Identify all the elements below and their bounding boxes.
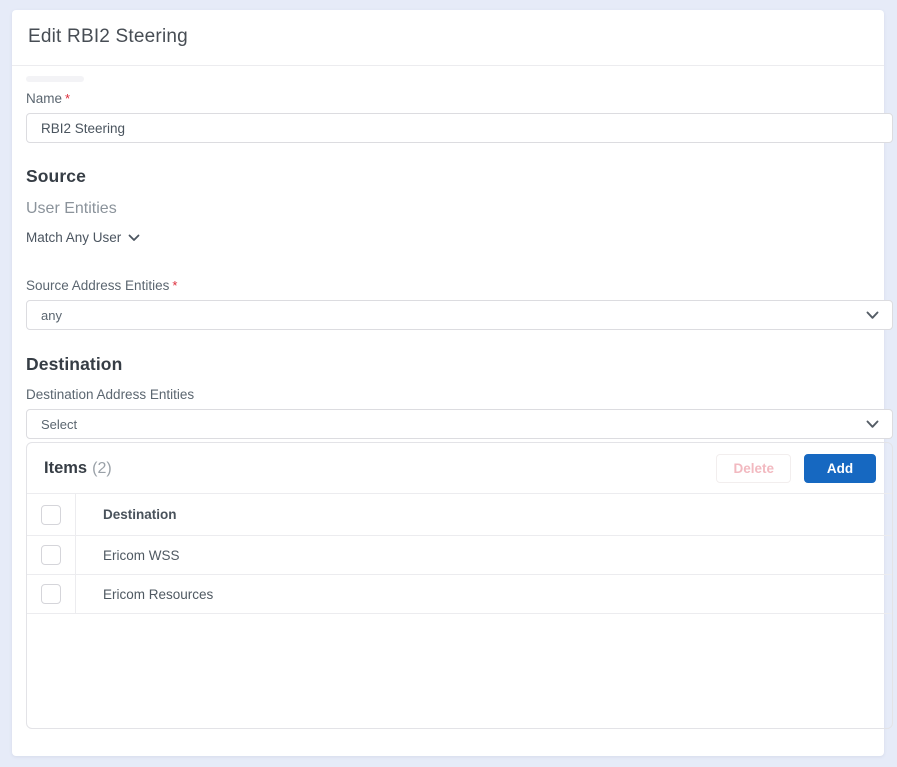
- items-table: Destination Ericom WSS Ericom Resources: [27, 494, 892, 728]
- items-title: Items: [44, 459, 87, 477]
- dialog-body: Name* Source User Entities Match Any Use…: [12, 66, 884, 729]
- table-row[interactable]: Ericom WSS: [27, 536, 892, 575]
- items-panel-header: Items (2) Delete Add: [27, 443, 892, 494]
- destination-section-heading: Destination: [26, 354, 868, 375]
- row-checkbox[interactable]: [41, 545, 61, 565]
- dialog-header: Edit RBI2 Steering: [12, 10, 884, 66]
- row-checkbox[interactable]: [41, 584, 61, 604]
- row-destination-value: Ericom Resources: [76, 575, 213, 613]
- items-actions: Delete Add: [716, 454, 876, 483]
- source-address-selected-value: any: [41, 308, 62, 323]
- user-match-dropdown[interactable]: Match Any User: [26, 230, 140, 245]
- select-all-cell: [27, 494, 76, 535]
- row-checkbox-cell: [27, 536, 76, 574]
- destination-address-select[interactable]: Select: [26, 409, 893, 439]
- row-destination-value: Ericom WSS: [76, 536, 180, 574]
- destination-column-header: Destination: [76, 494, 177, 535]
- items-title-group: Items (2): [44, 459, 112, 478]
- placeholder-bar: [26, 76, 84, 82]
- source-address-label-text: Source Address Entities: [26, 278, 169, 293]
- items-count-badge: (2): [92, 460, 112, 477]
- row-checkbox-cell: [27, 575, 76, 613]
- source-section-heading: Source: [26, 166, 868, 187]
- user-entities-label: User Entities: [26, 200, 868, 218]
- name-input[interactable]: [26, 113, 893, 143]
- source-address-select[interactable]: any: [26, 300, 893, 330]
- destination-address-label: Destination Address Entities: [26, 387, 868, 402]
- items-panel: Items (2) Delete Add Destination: [26, 442, 893, 729]
- name-field-label: Name*: [26, 91, 868, 106]
- add-button[interactable]: Add: [804, 454, 876, 483]
- chevron-down-icon: [128, 230, 140, 245]
- user-match-value: Match Any User: [26, 230, 121, 245]
- required-asterisk: *: [65, 91, 70, 106]
- delete-button[interactable]: Delete: [716, 454, 791, 483]
- table-empty-area: [27, 614, 892, 728]
- source-address-label: Source Address Entities*: [26, 278, 868, 293]
- name-label-text: Name: [26, 91, 62, 106]
- edit-steering-dialog: Edit RBI2 Steering Name* Source User Ent…: [12, 10, 884, 756]
- required-asterisk: *: [172, 278, 177, 293]
- table-row[interactable]: Ericom Resources: [27, 575, 892, 614]
- select-all-checkbox[interactable]: [41, 505, 61, 525]
- chevron-down-icon: [866, 417, 879, 432]
- chevron-down-icon: [866, 308, 879, 323]
- table-header-row: Destination: [27, 494, 892, 536]
- destination-address-selected-value: Select: [41, 417, 77, 432]
- page-title: Edit RBI2 Steering: [28, 26, 868, 48]
